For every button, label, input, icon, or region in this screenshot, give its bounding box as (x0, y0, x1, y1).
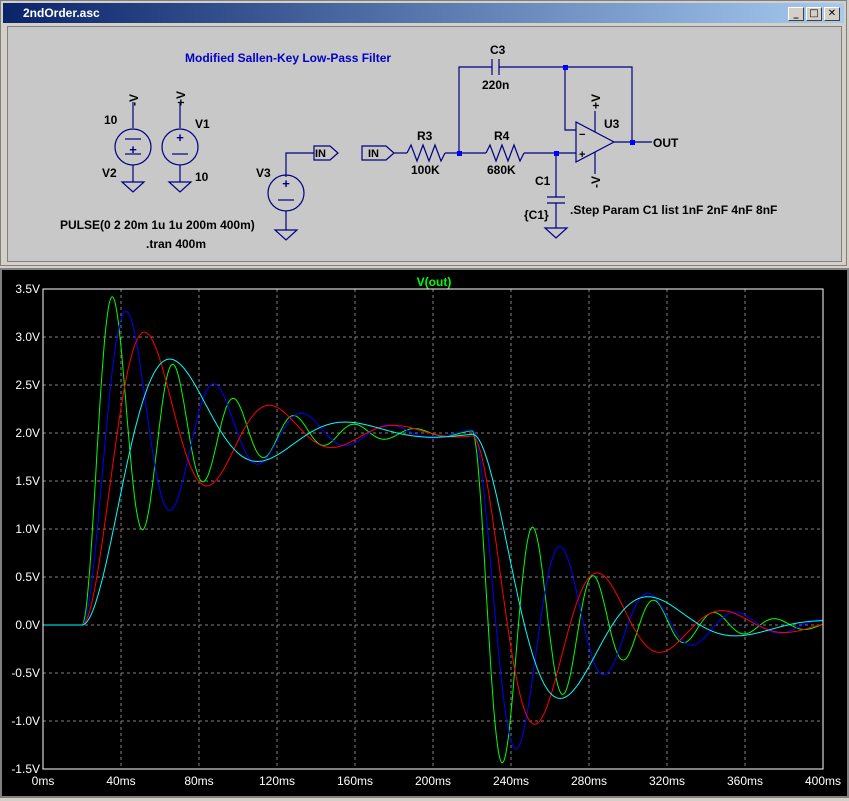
u3-inv-label: + (579, 149, 585, 161)
x-tick-label: 40ms (106, 774, 135, 788)
r4-name-label: R4 (494, 129, 510, 143)
x-tick-label: 120ms (259, 774, 295, 788)
waveform-window[interactable]: V(out) 0ms 40ms 80ms 120ms 160ms 200ms 240ms 28… (0, 268, 849, 798)
v3-top-wire (285, 152, 314, 177)
c1-ground-icon (543, 227, 569, 239)
schematic-canvas[interactable]: + + + Modified Sallen-Key Low-Pass Filte… (7, 26, 842, 262)
step-directive[interactable]: .Step Param C1 list 1nF 2nF 4nF 8nF (570, 203, 777, 217)
v2-name-label: V2 (102, 166, 117, 180)
window-title: 2ndOrder.asc (23, 6, 100, 20)
x-tick-label: 0ms (32, 774, 55, 788)
in-flag-output-label: IN (315, 148, 326, 160)
window-titlebar[interactable]: 2ndOrder.asc _ □ ✕ (3, 3, 844, 23)
x-tick-label: 80ms (184, 774, 213, 788)
v2-ground-icon (120, 181, 146, 193)
x-tick-label: 280ms (571, 774, 607, 788)
schematic-title: Modified Sallen-Key Low-Pass Filter (185, 51, 391, 65)
tran-directive[interactable]: .tran 400m (146, 237, 206, 251)
v2-plus-minus-icon: + (129, 142, 137, 157)
v1-name-label: V1 (195, 117, 210, 131)
schematic-window: 2ndOrder.asc _ □ ✕ + + + Modified Sallen… (0, 0, 847, 266)
x-tick-label: 160ms (337, 774, 373, 788)
x-tick-label: 400ms (805, 774, 841, 788)
y-tick-label: 0.0V (15, 618, 40, 632)
u3-vminus-label: -V (589, 176, 603, 188)
v1-plus-icon: + (176, 130, 184, 145)
y-tick-label: 2.0V (15, 426, 40, 440)
y-tick-label: 3.0V (15, 330, 40, 344)
junction-dot (563, 65, 568, 70)
waveform-plot[interactable]: V(out) 0ms 40ms 80ms 120ms 160ms 200ms 240ms 28… (2, 270, 847, 796)
pulse-directive[interactable]: PULSE(0 2 20m 1u 1u 200m 400m) (60, 218, 255, 232)
u3-name-label: U3 (604, 117, 620, 131)
junction-dot (457, 151, 462, 156)
schematic-drawing: + + + Modified Sallen-Key Low-Pass Filte… (60, 43, 777, 251)
y-tick-label: -1.0V (11, 714, 40, 728)
x-tick-label: 240ms (493, 774, 529, 788)
c1-name-label: C1 (535, 174, 551, 188)
v2-value-label: 10 (104, 113, 118, 127)
plot-title[interactable]: V(out) (417, 275, 452, 289)
v2-top-label: -V (127, 94, 141, 106)
c3-name-label: C3 (490, 43, 506, 57)
r3-resistor (406, 143, 446, 163)
x-tick-label: 360ms (727, 774, 763, 788)
minimize-button[interactable]: _ (788, 7, 804, 21)
v1-ground-icon (167, 181, 193, 193)
in-flag-input-label: IN (368, 148, 379, 160)
y-tick-label: 0.5V (15, 570, 40, 584)
maximize-button[interactable]: □ (806, 7, 822, 21)
junction-dot (554, 151, 559, 156)
u3-feedback-wire (564, 67, 576, 131)
v1-value-label: 10 (195, 170, 209, 184)
u3-vplus-label: +V (589, 94, 603, 109)
x-tick-label: 200ms (415, 774, 451, 788)
r4-value-label: 680K (487, 163, 516, 177)
r4-resistor (485, 143, 525, 163)
y-tick-label: 1.0V (15, 522, 40, 536)
c3-value-label: 220n (482, 78, 509, 92)
r3-value-label: 100K (411, 163, 440, 177)
r3-name-label: R3 (417, 129, 433, 143)
v3-name-label: V3 (256, 166, 271, 180)
y-tick-label: 1.5V (15, 474, 40, 488)
close-button[interactable]: ✕ (824, 7, 840, 21)
junction-dot (630, 140, 635, 145)
x-tick-label: 320ms (649, 774, 685, 788)
u3-noninv-label: − (579, 129, 585, 141)
y-tick-label: -0.5V (11, 666, 40, 680)
y-tick-label: -1.5V (11, 762, 40, 776)
c1-value-label: {C1} (524, 208, 549, 222)
y-tick-label: 3.5V (15, 282, 40, 296)
tick-labels: 0ms 40ms 80ms 120ms 160ms 200ms 240ms 280ms 320m… (11, 282, 841, 788)
y-tick-label: 2.5V (15, 378, 40, 392)
v3-plus-icon: + (282, 176, 290, 191)
v3-ground-icon (273, 229, 299, 241)
v1-top-label: +V (174, 91, 188, 106)
out-label: OUT (653, 136, 679, 150)
